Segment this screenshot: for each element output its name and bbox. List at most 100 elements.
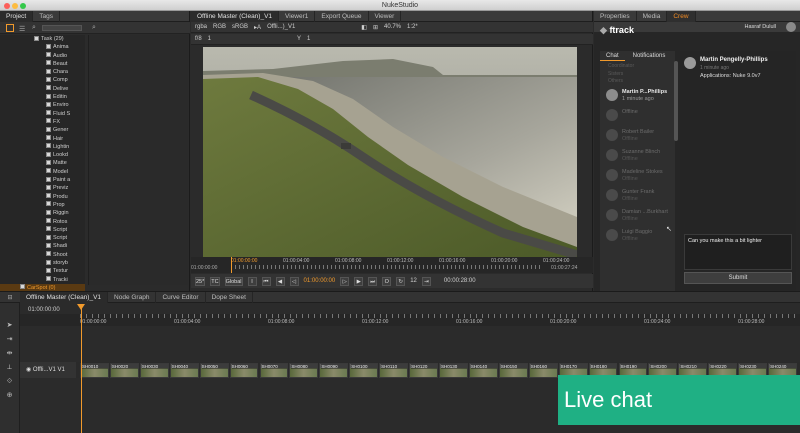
zoom-select[interactable]: 40.7% bbox=[384, 24, 401, 30]
tree-item[interactable]: Shadi bbox=[0, 242, 85, 250]
tab-viewer1[interactable]: Viewer1 bbox=[279, 10, 316, 22]
user-item[interactable]: Suzanne Blinch Offline bbox=[600, 146, 675, 166]
step-forward-icon[interactable]: ⇥ bbox=[421, 276, 431, 286]
tree-item[interactable]: Textur bbox=[0, 267, 85, 275]
ratio-select[interactable]: 1:2* bbox=[407, 24, 418, 30]
checkbox[interactable] bbox=[46, 93, 51, 99]
timeline-clip[interactable]: SH0020 bbox=[109, 363, 139, 378]
checkbox[interactable] bbox=[46, 118, 51, 124]
user-item[interactable]: Robert Bailer Offline bbox=[600, 126, 675, 146]
channel-select[interactable]: rgba bbox=[195, 24, 207, 30]
viewer-ruler[interactable]: 01:00:00:00 01:00:00:00 01:00:27:24 01:0… bbox=[191, 257, 593, 273]
checkbox[interactable] bbox=[46, 76, 51, 82]
tree-item[interactable]: storyb bbox=[0, 259, 85, 267]
overlay-icon[interactable]: ◧ bbox=[361, 24, 367, 31]
tree-item[interactable]: Lightin bbox=[0, 143, 85, 151]
timeline-clip[interactable]: SH0030 bbox=[139, 363, 169, 378]
move-tool-icon[interactable]: ⇥ bbox=[5, 335, 14, 344]
colorspace-select[interactable]: RGB bbox=[213, 24, 226, 30]
checkbox[interactable] bbox=[46, 60, 51, 66]
fps-select[interactable]: 25* bbox=[195, 276, 206, 286]
tree-item[interactable]: Audio bbox=[0, 52, 85, 60]
checkbox[interactable] bbox=[46, 135, 51, 141]
tree-item[interactable]: Shoot bbox=[0, 251, 85, 259]
gain-value[interactable]: 1 bbox=[208, 36, 211, 42]
viewer-playhead[interactable] bbox=[231, 257, 232, 273]
tab-properties[interactable]: Properties bbox=[594, 10, 637, 22]
tab-node-graph[interactable]: Node Graph bbox=[108, 291, 157, 303]
tree-item[interactable]: Lookd bbox=[0, 151, 85, 159]
timeline-clip[interactable]: SH0050 bbox=[199, 363, 229, 378]
tree-item[interactable]: Tracki bbox=[0, 276, 85, 284]
tree-item[interactable]: Fluid S bbox=[0, 110, 85, 118]
tree-item[interactable]: Rotos bbox=[0, 218, 85, 226]
tree-item[interactable]: Prop bbox=[0, 201, 85, 209]
checkbox[interactable] bbox=[46, 209, 51, 215]
marker-tool-icon[interactable]: ⊕ bbox=[5, 391, 14, 400]
user-item[interactable]: Gunter Frank Offline bbox=[600, 186, 675, 206]
checkbox[interactable] bbox=[46, 176, 51, 182]
out-point-icon[interactable]: O bbox=[382, 276, 392, 286]
tree-item[interactable]: Hair bbox=[0, 135, 85, 143]
timeline-clip[interactable]: SH0160 bbox=[528, 363, 558, 378]
timeline-clip[interactable]: SH0090 bbox=[319, 363, 349, 378]
playhead-marker-icon[interactable] bbox=[77, 304, 85, 310]
checkbox[interactable] bbox=[46, 218, 51, 224]
checkbox[interactable] bbox=[46, 184, 51, 190]
user-list-scrollbar[interactable] bbox=[674, 61, 678, 141]
thumbnail-size-slider[interactable] bbox=[42, 25, 82, 31]
timeline-clip[interactable]: SH0120 bbox=[409, 363, 438, 378]
minimize-window-icon[interactable] bbox=[12, 2, 18, 9]
slip-tool-icon[interactable]: ⇹ bbox=[5, 349, 14, 358]
current-timecode[interactable]: 01:00:00:00 bbox=[304, 278, 336, 284]
go-start-icon[interactable]: ⏮ bbox=[261, 276, 271, 286]
guides-icon[interactable]: ⊞ bbox=[373, 24, 378, 31]
group-label[interactable]: Coordinator bbox=[608, 63, 675, 71]
checkbox[interactable] bbox=[46, 126, 51, 132]
clip-select[interactable]: Offli...)_V1 bbox=[267, 24, 295, 30]
track-eye-icon[interactable]: ◉ bbox=[26, 367, 33, 373]
user-item[interactable]: Luigi Baggio Offline bbox=[600, 226, 675, 246]
tags-search-icon[interactable]: ⌕ bbox=[92, 24, 96, 32]
multi-tool-icon[interactable]: ⟐ bbox=[5, 377, 14, 386]
search-icon[interactable]: ⌕ bbox=[32, 24, 36, 32]
display-select[interactable]: sRGB bbox=[232, 24, 248, 30]
checkbox[interactable] bbox=[46, 168, 51, 174]
checkbox[interactable] bbox=[46, 276, 51, 282]
checkbox[interactable] bbox=[46, 193, 51, 199]
timeline-clip[interactable]: SH0060 bbox=[229, 363, 259, 378]
loop-icon[interactable]: ↻ bbox=[396, 276, 406, 286]
checkbox[interactable] bbox=[46, 143, 51, 149]
timeline-clip[interactable]: SH0100 bbox=[349, 363, 379, 378]
viewer-image[interactable] bbox=[203, 47, 577, 257]
tab-timeline[interactable]: Offline Master (Clean)_V1 bbox=[20, 291, 109, 303]
user-item[interactable]: Martin P...Phillips 1 minute ago bbox=[600, 86, 675, 106]
timeline-clip[interactable]: SH0140 bbox=[468, 363, 498, 378]
compare-icon[interactable]: ▸A bbox=[254, 24, 261, 31]
tree-item[interactable]: Enviro bbox=[0, 101, 85, 109]
go-end-icon[interactable]: ⏭ bbox=[368, 276, 378, 286]
user-item[interactable]: Offline bbox=[600, 106, 675, 126]
tree-item[interactable]: Riggin bbox=[0, 209, 85, 217]
tab-notifications[interactable]: Notifications bbox=[627, 51, 672, 61]
play-backward-icon[interactable]: ◁ bbox=[289, 276, 299, 286]
tab-project[interactable]: Project bbox=[0, 10, 34, 22]
checkbox[interactable] bbox=[46, 201, 51, 207]
tab-export-queue[interactable]: Export Queue bbox=[315, 10, 369, 22]
zoom-window-icon[interactable] bbox=[20, 2, 26, 9]
timeline-clip[interactable]: SH0150 bbox=[498, 363, 528, 378]
checkbox[interactable] bbox=[46, 234, 51, 240]
tree-item[interactable]: Delive bbox=[0, 85, 85, 93]
in-point-icon[interactable]: I bbox=[247, 276, 257, 286]
select-tool-icon[interactable]: ➤ bbox=[5, 321, 14, 330]
checkbox[interactable] bbox=[46, 68, 51, 74]
tree-root[interactable]: Task (29) bbox=[0, 35, 85, 43]
close-window-icon[interactable] bbox=[4, 2, 10, 9]
submit-button[interactable]: Submit bbox=[684, 272, 792, 284]
tree-item[interactable]: Model bbox=[0, 168, 85, 176]
checkbox[interactable] bbox=[46, 226, 51, 232]
tree-item[interactable]: Script bbox=[0, 226, 85, 234]
checkbox[interactable] bbox=[34, 35, 39, 41]
timeline-clip[interactable]: SH0040 bbox=[169, 363, 199, 378]
group-label[interactable]: Sisters bbox=[608, 71, 675, 79]
